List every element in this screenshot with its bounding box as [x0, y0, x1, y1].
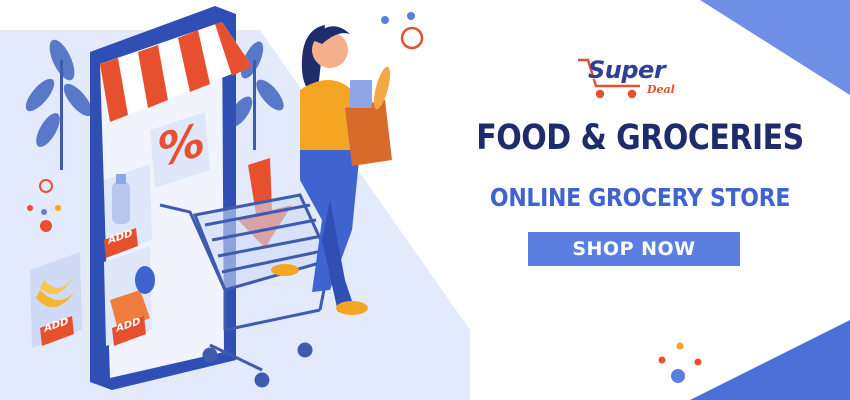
page-subtitle: ONLINE GROCERY STORE — [489, 184, 791, 213]
brand-tagline: Deal — [647, 83, 675, 96]
brand-logo: Super Deal — [572, 52, 692, 112]
corner-triangle-top — [700, 0, 850, 95]
grocery-banner: % ADD ADD ADD Super Deal FOOD & GROCERIE… — [0, 0, 850, 400]
corner-triangle-bottom — [690, 320, 850, 400]
shop-now-button[interactable]: SHOP NOW — [528, 232, 740, 266]
page-title: FOOD & GROCERIES — [476, 118, 804, 159]
brand-name: Super — [588, 56, 666, 84]
